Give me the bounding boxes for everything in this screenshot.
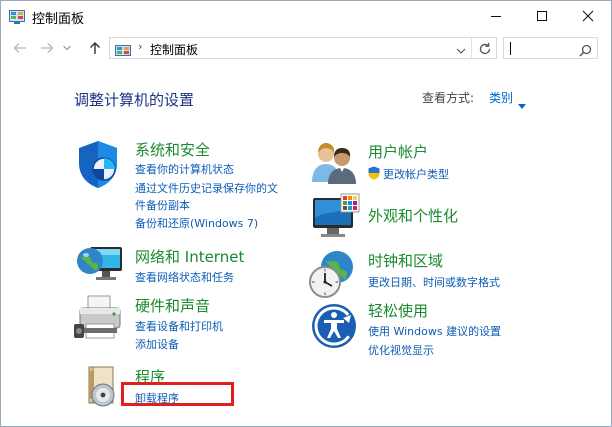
- breadcrumb-control-panel[interactable]: 控制面板: [150, 41, 198, 58]
- search-box[interactable]: [503, 37, 598, 59]
- search-icon[interactable]: [579, 42, 592, 61]
- view-by-label: 查看方式:: [422, 91, 475, 105]
- up-arrow-icon: [90, 42, 100, 54]
- minimize-button[interactable]: [473, 1, 519, 31]
- ease-of-access-icon[interactable]: [311, 303, 357, 353]
- category-clock-region[interactable]: 时钟和区域: [368, 250, 443, 271]
- view-by-dropdown[interactable]: 类别: [489, 89, 513, 106]
- link-change-account-type[interactable]: 更改帐户类型: [383, 166, 449, 182]
- back-arrow-icon: [13, 43, 26, 53]
- network-globe-icon[interactable]: [74, 241, 124, 293]
- programs-disc-icon[interactable]: [85, 365, 121, 413]
- control-panel-icon: [9, 9, 25, 24]
- chevron-down-icon: [63, 45, 71, 51]
- back-button[interactable]: [10, 38, 30, 58]
- appearance-monitor-icon[interactable]: [311, 192, 361, 244]
- category-system-security[interactable]: 系统和安全: [135, 139, 210, 160]
- category-appearance[interactable]: 外观和个性化: [368, 205, 458, 226]
- dropdown-arrow-icon[interactable]: [518, 94, 526, 113]
- address-dropdown-icon[interactable]: [456, 42, 466, 61]
- recent-locations-button[interactable]: [60, 38, 74, 58]
- maximize-icon: [537, 11, 547, 21]
- uac-shield-icon: [368, 165, 380, 184]
- text-caret: [510, 42, 511, 55]
- forward-button[interactable]: [37, 38, 57, 58]
- link-network-status[interactable]: 查看网络状态和任务: [135, 269, 234, 285]
- security-shield-icon[interactable]: [75, 139, 121, 193]
- link-add-device[interactable]: 添加设备: [135, 336, 179, 352]
- printer-icon[interactable]: [74, 294, 126, 346]
- close-icon: [582, 10, 594, 22]
- category-ease-of-access[interactable]: 轻松使用: [368, 300, 428, 321]
- up-button[interactable]: [85, 38, 105, 58]
- control-panel-window: 控制面板 › 控制面板 调整计算机的设置 查看方式: 类别 系统和安全 查看你的…: [0, 0, 612, 427]
- user-accounts-icon[interactable]: [312, 140, 358, 188]
- window-title: 控制面板: [32, 12, 85, 27]
- clock-globe-icon[interactable]: [309, 249, 357, 303]
- control-panel-icon: [115, 42, 131, 61]
- breadcrumb-separator[interactable]: ›: [138, 40, 142, 53]
- link-view-computer-status[interactable]: 查看你的计算机状态: [135, 161, 234, 177]
- link-recommended-settings[interactable]: 使用 Windows 建议的设置: [368, 323, 501, 339]
- page-heading: 调整计算机的设置: [74, 91, 195, 109]
- title-bar[interactable]: 控制面板: [1, 1, 611, 31]
- forward-arrow-icon: [41, 43, 54, 53]
- category-network-internet[interactable]: 网络和 Internet: [135, 246, 244, 267]
- address-divider: [471, 38, 472, 58]
- address-bar[interactable]: › 控制面板: [109, 37, 497, 59]
- link-backup-restore[interactable]: 备份和还原(Windows 7): [135, 215, 258, 231]
- link-file-history[interactable]: 通过文件历史记录保存你的文: [135, 180, 278, 196]
- link-change-date-time[interactable]: 更改日期、时间或数字格式: [368, 274, 500, 290]
- highlight-box: [121, 382, 234, 406]
- link-optimize-display[interactable]: 优化视觉显示: [368, 342, 434, 358]
- category-user-accounts[interactable]: 用户帐户: [368, 141, 428, 162]
- category-hardware-sound[interactable]: 硬件和声音: [135, 295, 210, 316]
- link-file-history-cont[interactable]: 件备份副本: [135, 197, 190, 213]
- maximize-button[interactable]: [519, 1, 565, 31]
- link-devices-printers[interactable]: 查看设备和打印机: [135, 318, 223, 334]
- minimize-icon: [491, 16, 501, 17]
- close-button[interactable]: [565, 1, 611, 31]
- refresh-icon[interactable]: [478, 41, 492, 60]
